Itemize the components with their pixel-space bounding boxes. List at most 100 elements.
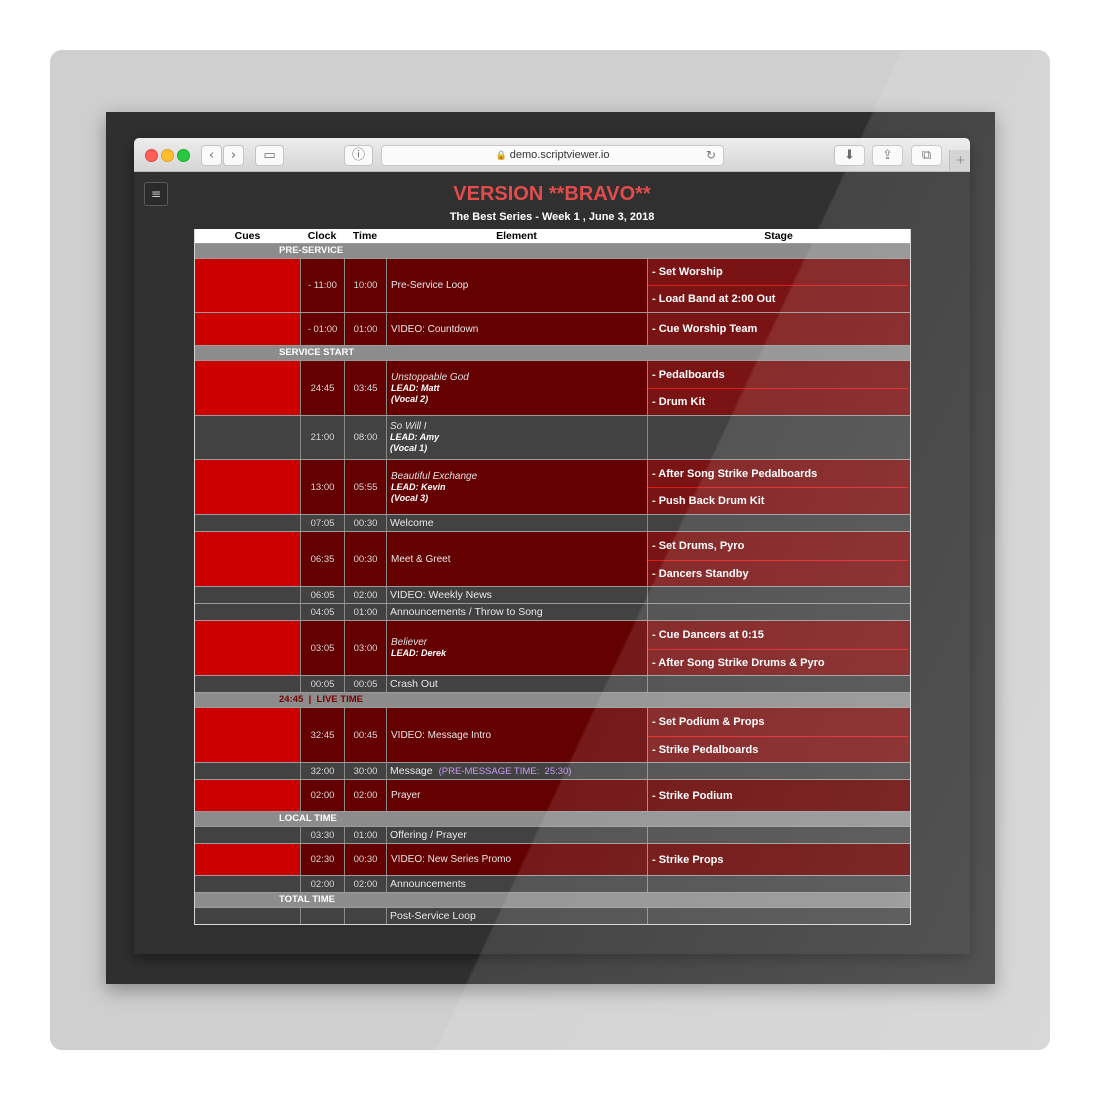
table-row[interactable]: 03:05 03:00 Believer LEAD: Derek - Cue D… [195,620,910,675]
table-row[interactable]: 06:05 02:00 VIDEO: Weekly News [195,586,910,603]
download-icon[interactable]: ⬇ [834,145,865,166]
stage-cell: - Pedalboards - Drum Kit [647,361,910,415]
time-cell: 00:45 [344,708,386,762]
table-row[interactable]: 06:35 00:30 Meet & Greet - Set Drums, Py… [195,531,910,586]
table-row[interactable]: 32:00 30:00 Message (PRE-MESSAGE TIME: 2… [195,762,910,779]
forward-arrow-icon[interactable]: › [223,145,244,166]
cue-cell[interactable] [195,827,300,843]
clock-cell: - 01:00 [300,313,344,345]
table-row[interactable]: 02:00 02:00 Prayer - Strike Podium [195,779,910,811]
cue-cell[interactable] [195,313,300,345]
table-row[interactable]: - 01:00 01:00 VIDEO: Countdown - Cue Wor… [195,312,910,345]
clock-cell: 32:00 [300,763,344,779]
cue-cell[interactable] [195,604,300,620]
stage-cell [647,908,910,924]
new-tab-button[interactable]: + [949,150,970,171]
element-text: Offering / Prayer [390,829,467,841]
element-text: Welcome [390,517,434,529]
browser-toolbar: ‹ › ▭ ⓘ 🔒 demo.scriptviewer.io ↻ ⬇ ⇪ ⧉ + [134,138,970,172]
stage-note: - Drum Kit [652,396,706,408]
back-arrow-icon[interactable]: ‹ [201,145,222,166]
stage-cell: - Cue Dancers at 0:15 - After Song Strik… [647,621,910,675]
table-row[interactable]: 13:00 05:55 Beautiful Exchange LEAD: Kev… [195,459,910,514]
time-cell: 02:00 [344,587,386,603]
element-cell: Meet & Greet [386,532,647,586]
cue-cell[interactable] [195,515,300,531]
element-text: VIDEO: New Series Promo [391,854,512,865]
table-row[interactable]: 02:00 02:00 Announcements [195,875,910,892]
element-cell: Message (PRE-MESSAGE TIME: 25:30) [386,763,647,779]
table-row[interactable]: - 11:00 10:00 Pre-Service Loop - Set Wor… [195,258,910,312]
stage-note: - Strike Podium [652,789,733,802]
cue-cell[interactable] [195,361,300,415]
time-cell: 00:30 [344,844,386,875]
clock-cell: 32:45 [300,708,344,762]
minimize-window-button[interactable] [161,149,174,162]
element-cell: Pre-Service Loop [386,259,647,312]
table-row[interactable]: 02:30 00:30 VIDEO: New Series Promo - St… [195,843,910,875]
stage-cell: - Strike Props [647,844,910,875]
element-text: Crash Out [390,678,438,690]
table-row[interactable]: 21:00 08:00 So Will I LEAD: Amy (Vocal 1… [195,415,910,459]
browser-window: ‹ › ▭ ⓘ 🔒 demo.scriptviewer.io ↻ ⬇ ⇪ ⧉ + … [134,138,970,954]
time-cell: 01:00 [344,313,386,345]
time-cell [344,908,386,924]
cue-cell[interactable] [195,532,300,586]
reload-icon[interactable]: ↻ [706,146,716,165]
section-header-total-time: TOTAL TIME [195,892,910,907]
clock-cell: 21:00 [300,416,344,459]
close-window-button[interactable] [145,149,158,162]
column-header-clock: Clock [307,230,337,242]
tabs-overview-icon[interactable]: ⧉ [911,145,942,166]
element-text: Prayer [391,790,421,801]
element-cell: Announcements / Throw to Song [386,604,647,620]
stage-note: - Dancers Standby [652,567,749,580]
stage-note: - After Song Strike Drums & Pyro [652,656,825,669]
table-row[interactable]: 24:45 03:45 Unstoppable God LEAD: Matt (… [195,360,910,415]
page-title: VERSION **BRAVO** [453,183,651,205]
cue-cell[interactable] [195,259,300,312]
table-row[interactable]: 00:05 00:05 Crash Out [195,675,910,692]
cue-cell[interactable] [195,416,300,459]
element-text: VIDEO: Weekly News [390,589,492,601]
table-row[interactable]: Post-Service Loop [195,907,910,924]
table-row[interactable]: 03:30 01:00 Offering / Prayer [195,826,910,843]
stage-cell [647,876,910,892]
share-icon[interactable]: ⇪ [872,145,903,166]
cue-cell[interactable] [195,676,300,692]
cue-cell[interactable] [195,844,300,875]
vocal-part: (Vocal 2) [391,393,429,404]
time-cell: 02:00 [344,876,386,892]
time-cell: 03:45 [344,361,386,415]
cue-cell[interactable] [195,621,300,675]
table-row[interactable]: 32:45 00:45 VIDEO: Message Intro - Set P… [195,707,910,762]
table-row[interactable]: 04:05 01:00 Announcements / Throw to Son… [195,603,910,620]
column-header-cues: Cues [234,230,261,242]
stage-cell: - After Song Strike Pedalboards - Push B… [647,460,910,514]
sidebar-icon[interactable]: ▭ [255,145,284,166]
address-bar[interactable]: 🔒 demo.scriptviewer.io ↻ [381,145,724,166]
cue-cell[interactable] [195,908,300,924]
clock-cell: 06:35 [300,532,344,586]
table-row[interactable]: 07:05 00:30 Welcome [195,514,910,531]
cue-cell[interactable] [195,587,300,603]
reader-icon[interactable]: ⓘ [344,145,373,166]
cue-cell[interactable] [195,780,300,811]
element-text: Message [390,765,433,777]
cue-cell[interactable] [195,876,300,892]
element-cell: VIDEO: Weekly News [386,587,647,603]
cue-cell[interactable] [195,460,300,514]
element-text: Pre-Service Loop [391,280,469,291]
element-text: Announcements [390,878,466,890]
time-cell: 02:00 [344,780,386,811]
stage-cell [647,763,910,779]
lock-icon: 🔒 [495,150,507,160]
section-header-live-time: 24:45 | LIVE TIME [195,692,910,707]
clock-cell: 13:00 [300,460,344,514]
display-frame: ‹ › ▭ ⓘ 🔒 demo.scriptviewer.io ↻ ⬇ ⇪ ⧉ + … [106,112,995,984]
cue-cell[interactable] [195,763,300,779]
cue-cell[interactable] [195,708,300,762]
song-title: Believer [391,637,428,648]
clock-cell: 07:05 [300,515,344,531]
zoom-window-button[interactable] [177,149,190,162]
